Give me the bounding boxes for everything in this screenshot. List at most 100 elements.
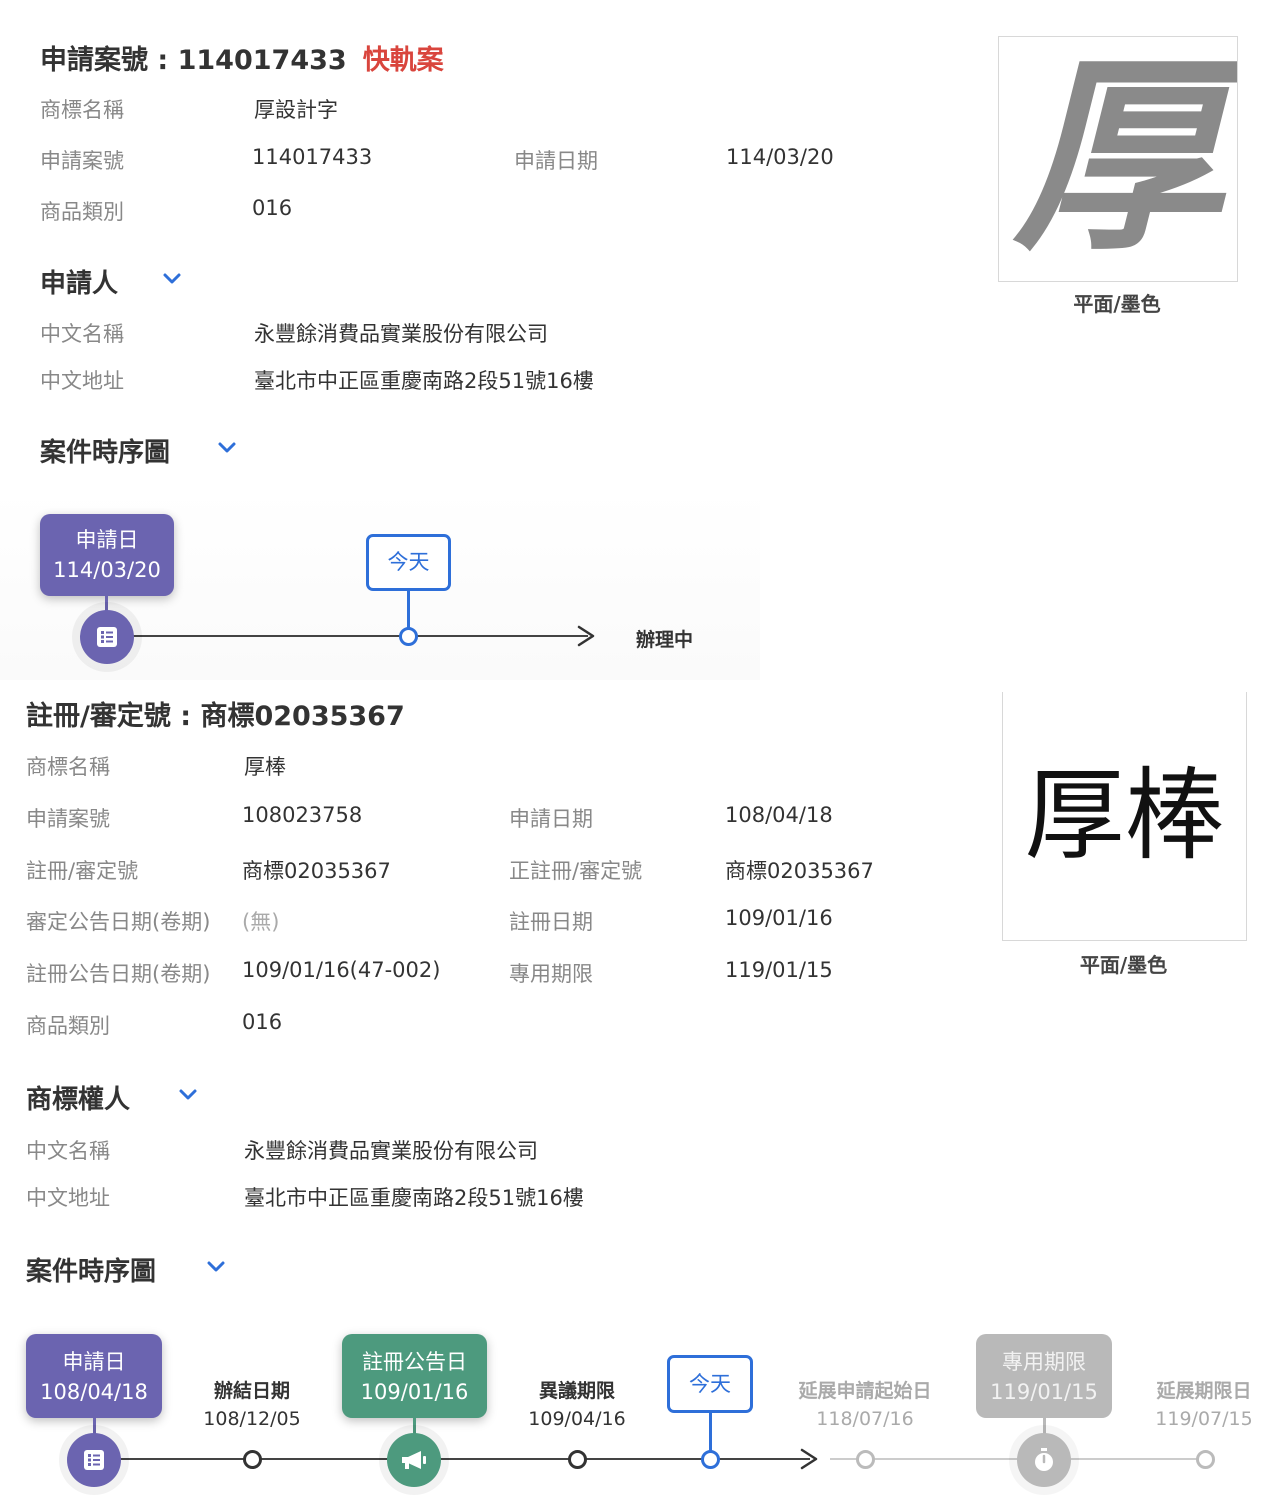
- case1-title-text: 申請案號 : 114017433: [40, 45, 347, 76]
- chevron-down-icon[interactable]: [160, 266, 184, 290]
- case2-today-marker: 今天: [667, 1355, 753, 1413]
- case2-formal-reg-no: 商標02035367: [725, 859, 874, 883]
- case2-reg-date: 109/01/16: [725, 906, 833, 930]
- case2-cn-addr-label: 中文地址: [26, 1186, 110, 1210]
- case1-goods-class: 016: [252, 196, 293, 220]
- case2-exclusive-date: 119/01/15: [990, 1380, 1098, 1404]
- case2-renew-end-event: 延展期限日 119/07/15: [1146, 1377, 1262, 1433]
- case2-title: 註冊/審定號 : 商標02035367: [26, 701, 405, 732]
- case2-apply-node: [67, 1433, 121, 1487]
- case2-renew-start-date: 118/07/16: [816, 1408, 914, 1430]
- case1-cn-name-label: 中文名稱: [40, 322, 124, 346]
- case2-exclusive-label: 專用期限: [509, 962, 593, 986]
- case2-exclusive: 119/01/15: [725, 958, 833, 982]
- case2-exclusive-label: 專用期限: [1002, 1350, 1086, 1374]
- case2-approval-pub-label: 審定公告日期(卷期): [26, 910, 211, 934]
- case2-renew-start-label: 延展申請起始日: [798, 1380, 932, 1402]
- stopwatch-icon: [1035, 1448, 1053, 1471]
- list-icon: [97, 627, 117, 647]
- case1-timeline-line: [130, 635, 588, 637]
- chevron-down-icon[interactable]: [204, 1254, 228, 1278]
- case1-trademark-name: 厚設計字: [254, 98, 338, 122]
- case2-renew-start-node: [856, 1450, 875, 1469]
- case2-formal-reg-no-label: 正註冊/審定號: [509, 859, 643, 883]
- case1-trademark-image: 厚: [998, 36, 1238, 282]
- megaphone-icon: [402, 1451, 426, 1469]
- case1-cn-addr: 臺北市中正區重慶南路2段51號16樓: [254, 369, 594, 393]
- case2-cn-addr: 臺北市中正區重慶南路2段51號16樓: [244, 1186, 584, 1210]
- case2-opposition-node: [568, 1450, 587, 1469]
- case1-app-no: 114017433: [252, 145, 373, 169]
- case2-close-date: 108/12/05: [203, 1408, 301, 1430]
- case2-today-node: [701, 1450, 720, 1469]
- chevron-down-icon[interactable]: [215, 435, 239, 459]
- case2-cn-name-label: 中文名稱: [26, 1139, 110, 1163]
- case2-reg-pub-date: 109/01/16: [360, 1380, 469, 1404]
- case2-reg-pub-label: 註冊公告日期(卷期): [26, 962, 211, 986]
- case1-goods-class-label: 商品類別: [40, 200, 124, 224]
- case1-applicant-heading: 申請人: [40, 269, 119, 299]
- case2-renew-end-node: [1196, 1450, 1215, 1469]
- case1-image-caption: 平面/墨色: [1073, 292, 1161, 316]
- case2-trademark-text: 厚棒: [1024, 757, 1225, 874]
- case2-opposition-label: 異議期限: [538, 1380, 615, 1402]
- case2-exclusive-bubble: 專用期限 119/01/15: [976, 1334, 1112, 1418]
- case1-title: 申請案號 : 114017433 快軌案: [40, 38, 444, 77]
- arrow-right-icon: [577, 625, 595, 647]
- case2-reg-date-label: 註冊日期: [509, 910, 593, 934]
- case2-reg-pub-bubble: 註冊公告日 109/01/16: [342, 1334, 487, 1418]
- case2-trademark-name: 厚棒: [244, 755, 286, 779]
- case1-app-date: 114/03/20: [726, 145, 834, 169]
- case2-apply-bubble: 申請日 108/04/18: [26, 1334, 162, 1418]
- case2-renew-start-event: 延展申請起始日 118/07/16: [790, 1377, 940, 1433]
- case2-close-node: [243, 1450, 262, 1469]
- case1-app-no-label: 申請案號: [40, 149, 124, 173]
- case2-image-caption: 平面/墨色: [1079, 953, 1168, 977]
- case1-today-label: 今天: [387, 550, 430, 574]
- case2-reg-pub-node: [387, 1433, 441, 1487]
- case2-trademark-name-label: 商標名稱: [26, 755, 110, 779]
- case1-trademark-name-label: 商標名稱: [40, 98, 124, 122]
- case1-cn-name: 永豐餘消費品實業股份有限公司: [254, 322, 548, 346]
- case1-today-node: [399, 627, 418, 646]
- case1-trademark-glyph: 厚: [1012, 36, 1223, 280]
- arrow-right-icon: [800, 1448, 818, 1470]
- case2-goods-class: 016: [242, 1010, 283, 1034]
- case2-app-no: 108023758: [242, 803, 363, 827]
- case2-trademark-image: 厚棒: [1002, 692, 1247, 941]
- case2-timeline-heading: 案件時序圖: [26, 1257, 157, 1287]
- case1-status: 辦理中: [636, 629, 694, 651]
- case2-exclusive-node: [1017, 1433, 1071, 1487]
- case1-app-date-label: 申請日期: [514, 149, 598, 173]
- case2-app-date-label: 申請日期: [509, 807, 593, 831]
- case2-cn-name: 永豐餘消費品實業股份有限公司: [244, 1139, 538, 1163]
- case2-apply-label: 申請日: [62, 1350, 126, 1374]
- case2-close-event: 辦結日期 108/12/05: [192, 1377, 312, 1433]
- case2-timeline-future-line: [830, 1458, 1202, 1460]
- case2-today-label: 今天: [689, 1372, 731, 1396]
- case2-reg-pub-label: 註冊公告日: [362, 1350, 467, 1374]
- case2-renew-end-date: 119/07/15: [1155, 1408, 1253, 1430]
- case1-apply-bubble: 申請日 114/03/20: [40, 514, 174, 596]
- case2-reg-pub: 109/01/16(47-002): [242, 958, 441, 982]
- case2-app-date: 108/04/18: [725, 803, 833, 827]
- case2-owner-heading: 商標權人: [26, 1085, 131, 1115]
- case2-renew-end-label: 延展期限日: [1156, 1380, 1252, 1402]
- case1-apply-label: 申請日: [75, 528, 139, 552]
- case2-opposition-event: 異議期限 109/04/16: [517, 1377, 637, 1433]
- case2-apply-date: 108/04/18: [40, 1380, 148, 1404]
- case2-goods-class-label: 商品類別: [26, 1014, 110, 1038]
- case1-cn-addr-label: 中文地址: [40, 369, 124, 393]
- case2-reg-no: 商標02035367: [242, 859, 391, 883]
- chevron-down-icon[interactable]: [176, 1082, 200, 1106]
- case2-app-no-label: 申請案號: [26, 807, 110, 831]
- case2-reg-no-label: 註冊/審定號: [26, 859, 139, 883]
- case1-apply-date: 114/03/20: [53, 558, 161, 582]
- case2-opposition-date: 109/04/16: [528, 1408, 626, 1430]
- fast-track-badge: 快軌案: [362, 45, 444, 76]
- case2-approval-pub: (無): [242, 910, 280, 934]
- list-icon: [84, 1450, 104, 1470]
- case2-close-label: 辦結日期: [213, 1380, 290, 1402]
- case1-today-marker: 今天: [366, 534, 451, 591]
- case1-apply-node: [80, 610, 134, 664]
